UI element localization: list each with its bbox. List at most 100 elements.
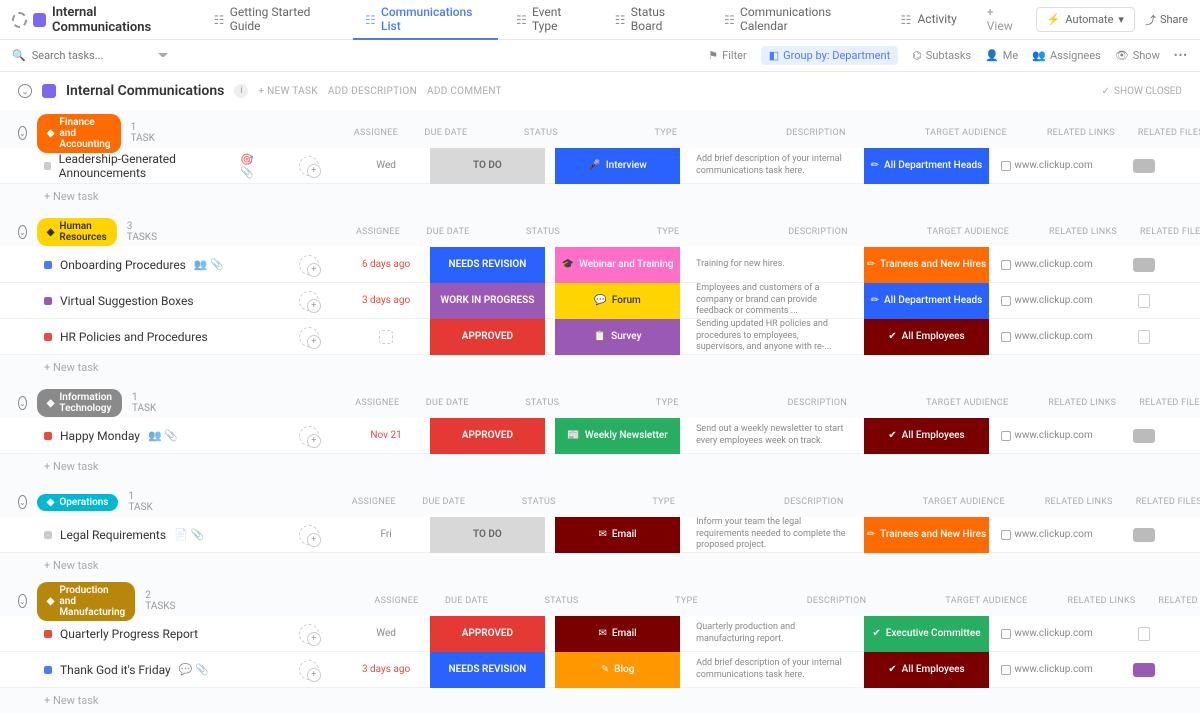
share-button[interactable]: ⤴ Share	[1145, 12, 1188, 28]
description[interactable]: Sending updated HR policies and procedur…	[690, 319, 854, 354]
view-tab[interactable]: ☷Event Type	[504, 0, 597, 40]
search-input[interactable]	[32, 49, 152, 62]
col-desc[interactable]: DESCRIPTION	[732, 398, 902, 408]
view-tab[interactable]: ☷Status Board	[603, 0, 706, 40]
audience-badge[interactable]: ✏Trainees and New Hires	[864, 247, 989, 283]
due-date[interactable]: 3 days ago	[352, 295, 419, 306]
table-row[interactable]: Legal Requirements📄 📎FriTO DO✉EmailInfor…	[0, 517, 1200, 553]
task-name-cell[interactable]: Onboarding Procedures👥 📎	[44, 258, 265, 272]
description[interactable]: Inform your team the legal requirements …	[690, 517, 854, 552]
assignee-cell[interactable]	[275, 291, 342, 311]
link-cell[interactable]: www.clickup.com	[999, 628, 1095, 639]
table-row[interactable]: Happy Monday👥 📎Nov 21APPROVED📰Weekly New…	[0, 418, 1200, 454]
file-chip[interactable]	[1133, 663, 1155, 677]
task-name-cell[interactable]: Quarterly Progress Report	[44, 627, 265, 641]
task-name-cell[interactable]: HR Policies and Procedures	[44, 330, 265, 344]
status-badge[interactable]: APPROVED	[430, 418, 545, 454]
new-task-button[interactable]: + New task	[0, 553, 1200, 578]
collapse-icon[interactable]: ⌄	[18, 594, 27, 608]
due-date[interactable]: Fri	[352, 529, 419, 540]
collapse-icon[interactable]: ⌄	[18, 495, 27, 509]
col-assignee[interactable]: ASSIGNEE	[362, 596, 432, 606]
table-row[interactable]: Thank God it's Friday💬 📎3 days agoNEEDS …	[0, 652, 1200, 688]
app-icon[interactable]	[12, 12, 27, 28]
priority-icon[interactable]	[44, 333, 52, 341]
link-cell[interactable]: www.clickup.com	[999, 295, 1095, 306]
assignee-icon[interactable]	[299, 426, 319, 446]
automate-button[interactable]: ⚡ Automate ▾	[1036, 7, 1135, 32]
show-closed-toggle[interactable]: ✓ SHOW CLOSED	[1102, 86, 1182, 97]
audience-badge[interactable]: ✏All Department Heads	[864, 283, 989, 319]
search-wrap[interactable]: 🔍	[12, 49, 694, 63]
col-aud[interactable]: TARGET AUDIENCE	[903, 227, 1033, 237]
workspace-title[interactable]: Internal Communications	[52, 5, 188, 35]
assignee-icon[interactable]	[299, 327, 319, 347]
audience-badge[interactable]: ✔All Employees	[864, 652, 989, 688]
col-aud[interactable]: TARGET AUDIENCE	[922, 596, 1052, 606]
files-cell[interactable]	[1105, 294, 1182, 308]
type-badge[interactable]: 📰Weekly Newsletter	[555, 418, 680, 454]
status-badge[interactable]: TO DO	[430, 517, 545, 553]
filter-button[interactable]: ⚑ Filter	[708, 49, 746, 62]
assignee-cell[interactable]	[275, 660, 342, 680]
assignee-icon[interactable]	[299, 156, 319, 176]
col-assignee[interactable]: ASSIGNEE	[339, 497, 409, 507]
task-name-cell[interactable]: Thank God it's Friday💬 📎	[44, 663, 265, 677]
subtasks-button[interactable]: ⌬ Subtasks	[912, 49, 971, 62]
new-task-link[interactable]: + NEW TASK	[258, 86, 317, 97]
more-menu[interactable]: •••	[1174, 49, 1188, 62]
col-status[interactable]: STATUS	[482, 398, 602, 408]
assignee-cell[interactable]	[275, 327, 342, 347]
task-name-cell[interactable]: Leadership-Generated Announcements🎯 📎	[44, 152, 265, 180]
col-aud[interactable]: TARGET AUDIENCE	[901, 128, 1031, 138]
col-aud[interactable]: TARGET AUDIENCE	[902, 398, 1032, 408]
col-links[interactable]: RELATED LINKS	[1052, 596, 1152, 606]
priority-icon[interactable]	[44, 531, 52, 539]
link-cell[interactable]: www.clickup.com	[999, 529, 1095, 540]
assignee-icon[interactable]	[299, 291, 319, 311]
status-badge[interactable]: WORK IN PROGRESS	[430, 283, 545, 319]
group-pill[interactable]: ◆ Operations	[37, 494, 119, 511]
col-status[interactable]: STATUS	[483, 227, 603, 237]
col-status[interactable]: STATUS	[479, 497, 599, 507]
due-date[interactable]: Nov 21	[352, 430, 419, 441]
col-due[interactable]: DUE DATE	[411, 128, 481, 138]
col-aud[interactable]: TARGET AUDIENCE	[899, 497, 1029, 507]
files-cell[interactable]	[1105, 528, 1182, 542]
priority-icon[interactable]	[44, 630, 52, 638]
group-pill[interactable]: ◆ Human Resources	[37, 218, 117, 246]
assignees-button[interactable]: 👥 Assignees	[1032, 49, 1101, 62]
me-button[interactable]: 👤 Me	[985, 49, 1018, 62]
col-type[interactable]: TYPE	[602, 398, 732, 408]
table-row[interactable]: Quarterly Progress ReportWedAPPROVED✉Ema…	[0, 616, 1200, 652]
col-type[interactable]: TYPE	[599, 497, 729, 507]
table-row[interactable]: HR Policies and ProceduresAPPROVED📋Surve…	[0, 319, 1200, 355]
collapse-icon[interactable]: ⌄	[18, 396, 27, 410]
status-badge[interactable]: NEEDS REVISION	[430, 652, 545, 688]
col-links[interactable]: RELATED LINKS	[1032, 398, 1132, 408]
col-files[interactable]: RELATED FILES	[1133, 227, 1200, 237]
file-chip[interactable]	[1133, 528, 1155, 542]
col-desc[interactable]: DESCRIPTION	[731, 128, 901, 138]
collapse-icon[interactable]: ⌄	[18, 225, 27, 239]
priority-icon[interactable]	[44, 261, 52, 269]
chevron-down-icon[interactable]	[158, 53, 168, 63]
file-chip[interactable]	[1133, 159, 1155, 173]
audience-badge[interactable]: ✏All Department Heads	[864, 148, 989, 184]
col-due[interactable]: DUE DATE	[412, 398, 482, 408]
task-name-cell[interactable]: Legal Requirements📄 📎	[44, 528, 265, 542]
description[interactable]: Quarterly production and manufacturing r…	[690, 622, 854, 645]
link-cell[interactable]: www.clickup.com	[999, 331, 1095, 342]
add-view[interactable]: + View	[975, 0, 1032, 40]
col-type[interactable]: TYPE	[601, 128, 731, 138]
due-date[interactable]: Wed	[352, 628, 419, 639]
col-links[interactable]: RELATED LINKS	[1029, 497, 1129, 507]
view-tab[interactable]: ☷Communications Calendar	[712, 0, 882, 40]
collapse-icon[interactable]: ⌄	[18, 126, 27, 140]
type-badge[interactable]: 📋Survey	[555, 319, 680, 355]
col-files[interactable]: RELATED FILES	[1152, 596, 1200, 606]
col-assignee[interactable]: ASSIGNEE	[342, 398, 412, 408]
group-by-button[interactable]: ◧ Group by: Department	[761, 46, 898, 65]
new-task-button[interactable]: + New task	[0, 688, 1200, 713]
type-badge[interactable]: 🎓Webinar and Training	[555, 247, 680, 283]
